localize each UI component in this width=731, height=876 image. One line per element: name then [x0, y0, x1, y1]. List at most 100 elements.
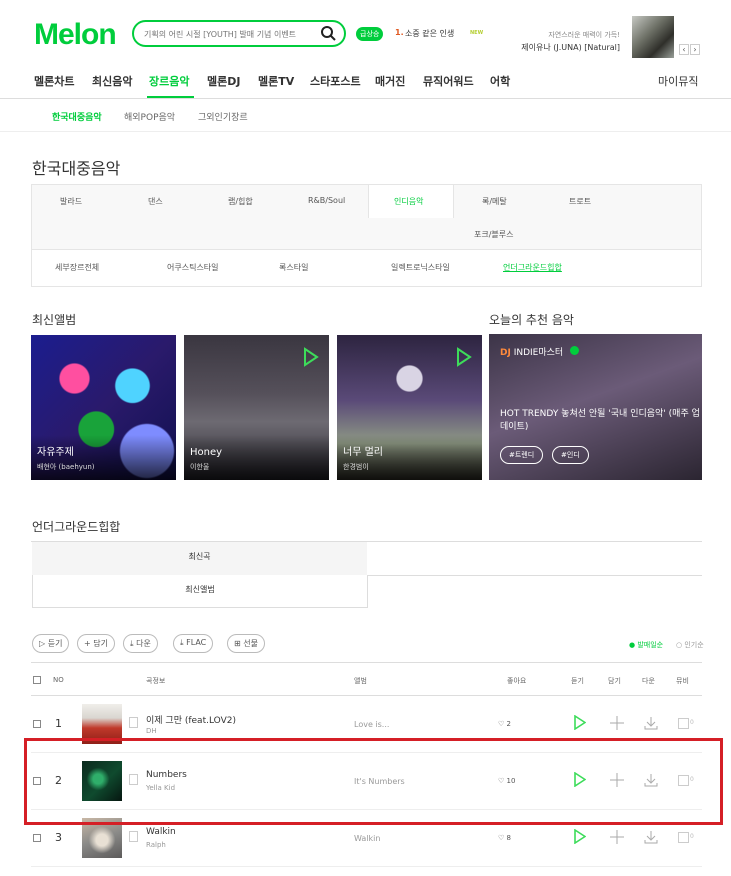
chart-section-title: 언더그라운드힙합 [32, 520, 121, 534]
recommend-description[interactable]: HOT TRENDY 놓쳐선 안될 '국내 인디음악' (매주 업데이트) [500, 408, 700, 434]
dj-prefix: DJ [500, 348, 511, 358]
gift-icon: ⊞ [234, 639, 241, 648]
play-icon[interactable] [574, 828, 587, 848]
main-nav: 멜론차트 최신음악 장르음악 멜론DJ 멜론TV 스타포스트 매거진 뮤직어워드… [0, 66, 731, 99]
tab-new-songs[interactable]: 최신곡 [32, 542, 367, 575]
play-icon[interactable] [574, 714, 587, 734]
tab-new-albums[interactable]: 최신앨범 [32, 575, 368, 608]
song-album[interactable]: Walkin [354, 834, 380, 843]
plus-icon: + [84, 639, 91, 648]
mv-count: 0 [690, 719, 694, 726]
search-icon[interactable] [320, 25, 336, 45]
plus-icon[interactable] [610, 829, 624, 848]
sort-release[interactable]: ● 발매일순 [629, 640, 663, 650]
album-artist[interactable]: 이한울 [190, 462, 209, 472]
genre-ballad[interactable]: 발라드 [60, 196, 82, 207]
album-card[interactable]: 너무 멀리 한경범이 [337, 335, 482, 480]
col-album: 앨범 [354, 677, 367, 685]
album-artist[interactable]: 배현아 (baehyun) [37, 462, 95, 472]
album-title[interactable]: 너무 멀리 [343, 443, 383, 458]
genre-rnb[interactable]: R&B/Soul [308, 196, 345, 205]
album-title[interactable]: Honey [190, 447, 222, 458]
play-icon[interactable] [456, 347, 472, 371]
sort-popular[interactable]: ○ 인기순 [676, 640, 704, 650]
search-box[interactable] [132, 20, 346, 47]
subgenre-rock[interactable]: 록스타일 [279, 262, 308, 273]
download-icon[interactable] [644, 829, 658, 848]
genre-rock[interactable]: 록/메탈 [482, 196, 507, 207]
song-title[interactable]: Walkin [146, 827, 176, 837]
subgenre-all[interactable]: 세부장르전체 [55, 262, 99, 273]
search-input[interactable] [144, 26, 314, 42]
subgenre-acoustic[interactable]: 어쿠스틱스타일 [167, 262, 219, 273]
select-all-checkbox[interactable] [33, 676, 41, 684]
recommend-title: 오늘의 추천 음악 [489, 313, 574, 327]
add-button[interactable]: + 담기 [77, 634, 115, 653]
nav-awards[interactable]: 뮤직어워드 [423, 73, 474, 89]
subnav-other[interactable]: 그외인기장르 [198, 110, 248, 123]
song-artist[interactable]: DH [146, 727, 157, 735]
col-add: 담기 [608, 677, 621, 685]
tag-button[interactable]: #트렌디 [500, 446, 544, 464]
melon-logo[interactable]: Melon [34, 18, 117, 52]
gift-button[interactable]: ⊞ 선물 [227, 634, 265, 653]
info-icon[interactable] [129, 831, 138, 842]
trending-rank-number: 1. [395, 28, 404, 37]
col-no: NO [53, 676, 64, 684]
listen-button[interactable]: ▷ 듣기 [32, 634, 70, 653]
song-title[interactable]: 이제 그만 (feat.LOV2) [146, 713, 236, 726]
promo-caption[interactable]: 자연스러운 매력이 가득! [520, 30, 620, 40]
nav-genre[interactable]: 장르음악 [149, 73, 189, 89]
album-card[interactable]: 자유주제 배현아 (baehyun) [31, 335, 176, 480]
download-icon[interactable] [644, 715, 658, 734]
nav-my-music[interactable]: 마이뮤직 [658, 73, 698, 89]
listen-label: 듣기 [47, 639, 63, 648]
verified-icon [570, 346, 579, 355]
like-button[interactable]: ♡ 2 [498, 720, 511, 728]
promo-prev-button[interactable]: ‹ [679, 44, 689, 55]
nav-starpost[interactable]: 스타포스트 [310, 73, 361, 89]
song-album[interactable]: Love is... [354, 720, 389, 729]
genre-hiphop[interactable]: 랩/힙합 [228, 196, 253, 207]
col-song: 곡정보 [146, 677, 166, 685]
genre-trot[interactable]: 트로트 [569, 196, 591, 207]
nav-latest[interactable]: 최신음악 [92, 73, 132, 89]
row-checkbox[interactable] [33, 720, 41, 728]
nav-magazine[interactable]: 매거진 [375, 73, 405, 89]
row-checkbox[interactable] [33, 834, 41, 842]
subnav-korean[interactable]: 한국대중음악 [52, 110, 102, 123]
tag-button[interactable]: #인디 [552, 446, 589, 464]
trending-keyword[interactable]: 소중 같은 인생 [405, 28, 454, 39]
row-number: 3 [55, 831, 62, 844]
promo-album-art[interactable] [632, 16, 674, 58]
promo-title[interactable]: 제이유나 (J.UNA) [Natural] [500, 42, 620, 53]
album-card[interactable]: Honey 이한울 [184, 335, 329, 480]
recommend-card[interactable]: DJ INDIE마스터 HOT TRENDY 놓쳐선 안될 '국내 인디음악' … [489, 334, 702, 480]
subgenre-electronic[interactable]: 일렉트로닉스타일 [391, 262, 450, 273]
nav-dj[interactable]: 멜론DJ [207, 73, 240, 89]
mv-icon[interactable] [678, 832, 689, 843]
nav-chart[interactable]: 멜론차트 [34, 73, 74, 89]
subgenre-underground[interactable]: 언더그라운드힙합 [503, 262, 562, 273]
album-artist[interactable]: 한경범이 [343, 462, 369, 472]
nav-active-indicator [147, 96, 194, 98]
play-icon[interactable] [303, 347, 319, 371]
dj-label[interactable]: DJ INDIE마스터 [500, 345, 563, 358]
album-title[interactable]: 자유주제 [37, 443, 74, 458]
genre-indie[interactable]: 인디음악 [394, 196, 423, 207]
tab-divider [367, 575, 702, 608]
col-play: 듣기 [571, 677, 584, 685]
genre-dance[interactable]: 댄스 [148, 196, 163, 207]
song-artist[interactable]: Ralph [146, 841, 166, 849]
subnav-pop[interactable]: 해외POP음악 [124, 110, 175, 123]
mv-icon[interactable] [678, 718, 689, 729]
nav-language[interactable]: 어학 [490, 73, 510, 89]
promo-next-button[interactable]: › [690, 44, 700, 55]
download-button[interactable]: ⤓ 다운 [123, 634, 158, 653]
nav-tv[interactable]: 멜론TV [258, 73, 294, 89]
flac-button[interactable]: ⤓ FLAC [173, 634, 214, 653]
plus-icon[interactable] [610, 715, 624, 734]
like-button[interactable]: ♡ 8 [498, 834, 511, 842]
genre-folk[interactable]: 포크/블루스 [474, 229, 514, 240]
info-icon[interactable] [129, 717, 138, 728]
